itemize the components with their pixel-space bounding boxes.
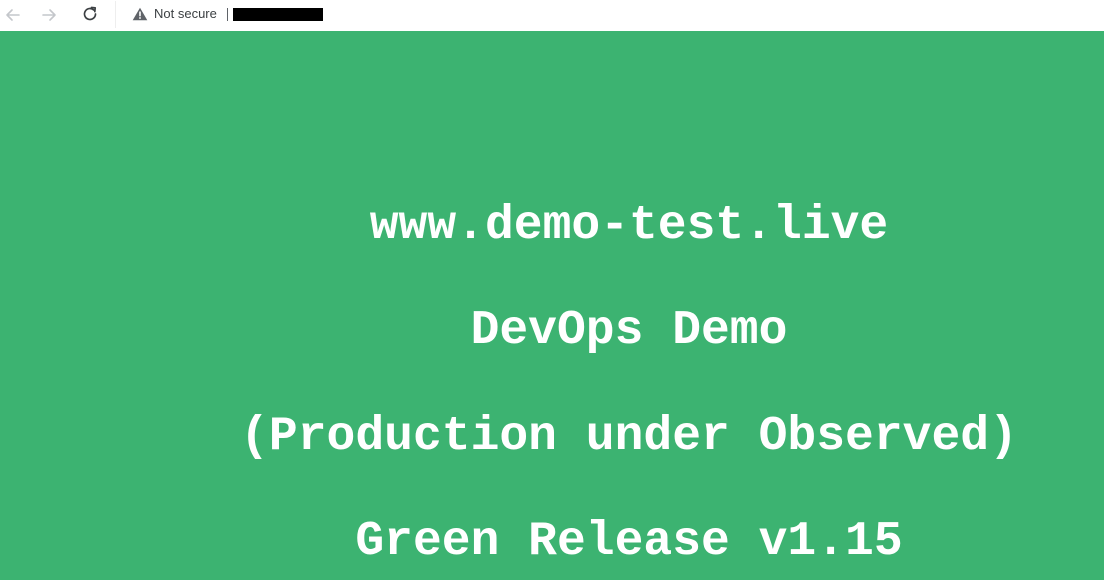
- reload-icon: [80, 4, 100, 24]
- browser-toolbar: Not secure: [0, 0, 1104, 31]
- back-button[interactable]: [2, 4, 24, 26]
- arrow-left-icon: [4, 6, 22, 24]
- environment-heading: (Production under Observed): [240, 410, 1018, 464]
- arrow-right-icon: [40, 6, 58, 24]
- page-content: www.demo-test.live DevOps Demo (Producti…: [0, 31, 1104, 580]
- forward-button[interactable]: [38, 4, 60, 26]
- site-domain-heading: www.demo-test.live: [369, 199, 889, 253]
- reload-button[interactable]: [79, 3, 101, 25]
- address-divider: [227, 8, 228, 21]
- address-bar[interactable]: Not secure: [115, 1, 1104, 28]
- security-status-label[interactable]: Not secure: [154, 6, 217, 21]
- app-title-heading: DevOps Demo: [470, 304, 788, 358]
- warning-triangle-icon[interactable]: [132, 7, 148, 21]
- redacted-url[interactable]: [233, 8, 323, 21]
- release-version-heading: Green Release v1.15: [355, 515, 903, 569]
